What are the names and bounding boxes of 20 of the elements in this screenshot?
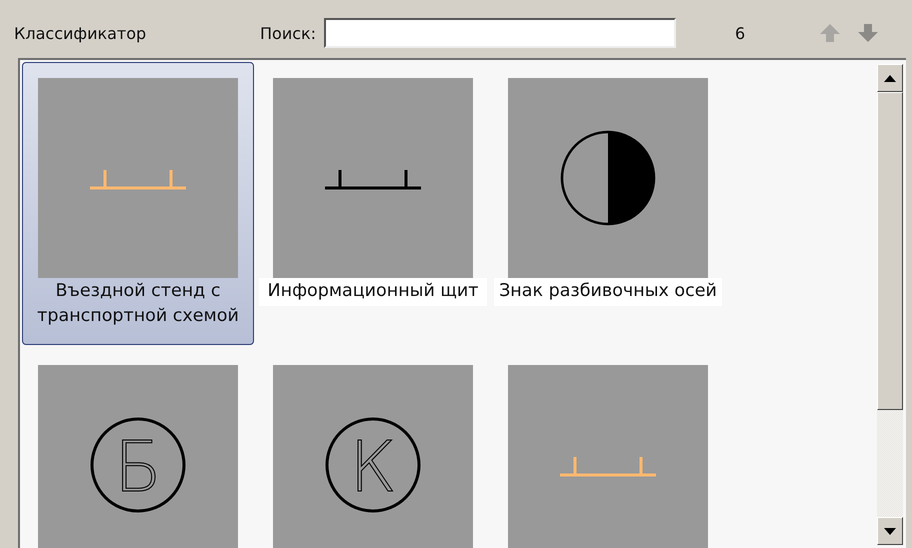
symbol-tile[interactable]: К (257, 349, 489, 548)
symbol-thumbnail: Б (38, 365, 238, 548)
scroll-up-button[interactable] (877, 64, 903, 92)
panel-title: Классификатор (14, 24, 148, 42)
symbol-label: Информационный щит (259, 278, 487, 306)
scrollbar[interactable] (877, 64, 903, 545)
symbol-label: Знак разбивочных осей (494, 278, 722, 306)
scroll-down-button[interactable] (877, 517, 903, 545)
search-field[interactable] (324, 18, 676, 48)
search-label: Поиск: (260, 24, 316, 42)
symbol-tile[interactable]: Б (22, 349, 254, 548)
scroll-thumb[interactable] (877, 92, 903, 410)
symbol-tile[interactable]: Въездной стенд с транспортной схемой (22, 62, 254, 345)
symbol-thumbnail: К (273, 365, 473, 548)
symbol-tile[interactable]: Знак разбивочных осей (492, 62, 724, 345)
down-triangle-icon (884, 528, 896, 534)
symbol-tile[interactable]: Информационный щит (257, 62, 489, 345)
symbol-label: Въездной стенд с транспортной схемой (36, 280, 240, 328)
result-count: 6 (734, 24, 746, 42)
up-triangle-icon (884, 74, 896, 82)
